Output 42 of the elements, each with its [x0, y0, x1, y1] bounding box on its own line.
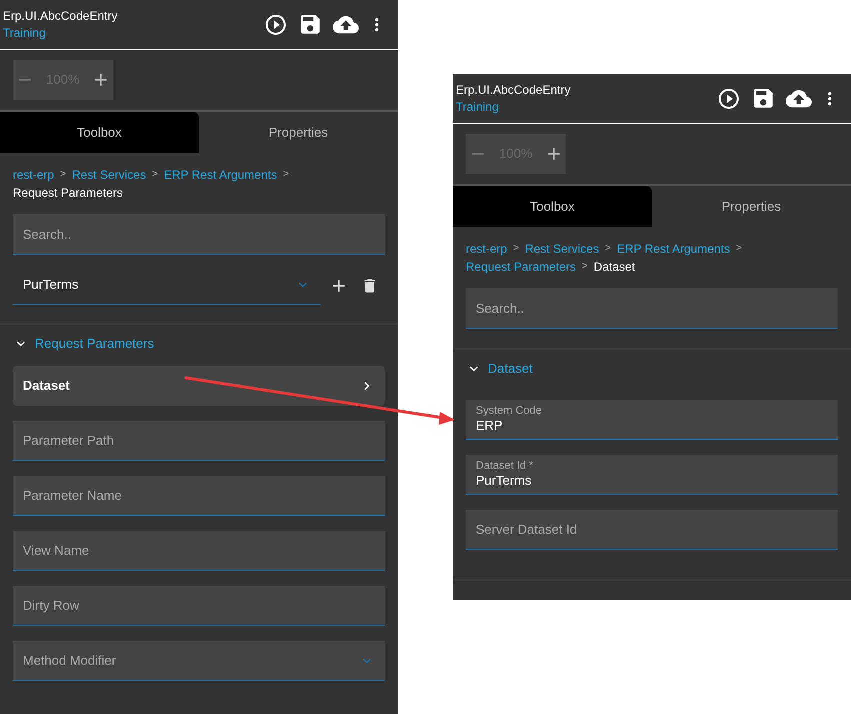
search-field[interactable]: Search..: [13, 214, 385, 255]
breadcrumb-separator: >: [60, 168, 66, 182]
section-header[interactable]: Request Parameters: [0, 325, 398, 363]
breadcrumb-item[interactable]: rest-erp: [466, 241, 508, 257]
breadcrumb-item[interactable]: Request Parameters: [466, 259, 576, 275]
input-field[interactable]: Parameter Name: [13, 476, 385, 516]
breadcrumb-item[interactable]: rest-erp: [13, 167, 54, 183]
breadcrumb-separator: >: [736, 242, 742, 256]
panel-tab[interactable]: Properties: [652, 186, 851, 227]
app-title: Erp.UI.AbcCodeEntry: [456, 82, 571, 98]
breadcrumb-item: Request Parameters: [13, 185, 124, 201]
select-field[interactable]: Method Modifier: [13, 641, 385, 681]
section-header[interactable]: Dataset: [453, 350, 851, 388]
breadcrumb-item[interactable]: ERP Rest Arguments: [164, 167, 278, 183]
breadcrumb-item: Dataset: [594, 259, 636, 275]
breadcrumb-separator: >: [582, 260, 588, 274]
save-icon[interactable]: [298, 12, 323, 37]
breadcrumb-item[interactable]: Rest Services: [72, 167, 146, 183]
app-title: Erp.UI.AbcCodeEntry: [3, 8, 118, 24]
input-field[interactable]: Dataset Id * PurTerms: [466, 455, 838, 495]
breadcrumb-item[interactable]: Rest Services: [525, 241, 600, 257]
panel-tab[interactable]: Toolbox: [0, 112, 199, 153]
input-field[interactable]: Parameter Path: [13, 421, 385, 461]
environment-label: Training: [456, 98, 500, 116]
dataset-nav-row[interactable]: Dataset: [13, 366, 385, 406]
play-icon[interactable]: [717, 86, 741, 110]
environment-label: Training: [3, 24, 47, 42]
panel-tab[interactable]: Toolbox: [453, 186, 652, 227]
panel-tab[interactable]: Properties: [199, 112, 398, 153]
breadcrumb-separator: >: [283, 168, 290, 182]
breadcrumb-item[interactable]: ERP Rest Arguments: [617, 241, 730, 257]
save-icon[interactable]: [751, 86, 776, 111]
breadcrumb-separator: >: [152, 168, 158, 182]
breadcrumb-separator: >: [605, 242, 612, 256]
input-field[interactable]: System Code ERP: [466, 400, 838, 440]
play-icon[interactable]: [264, 12, 288, 36]
input-field[interactable]: Dirty Row: [13, 586, 385, 626]
breadcrumb-separator: >: [513, 242, 520, 256]
input-field[interactable]: Server Dataset Id: [466, 510, 838, 550]
input-field[interactable]: View Name: [13, 531, 385, 571]
search-field[interactable]: Search..: [466, 288, 838, 329]
dataset-select[interactable]: PurTerms: [13, 266, 321, 305]
